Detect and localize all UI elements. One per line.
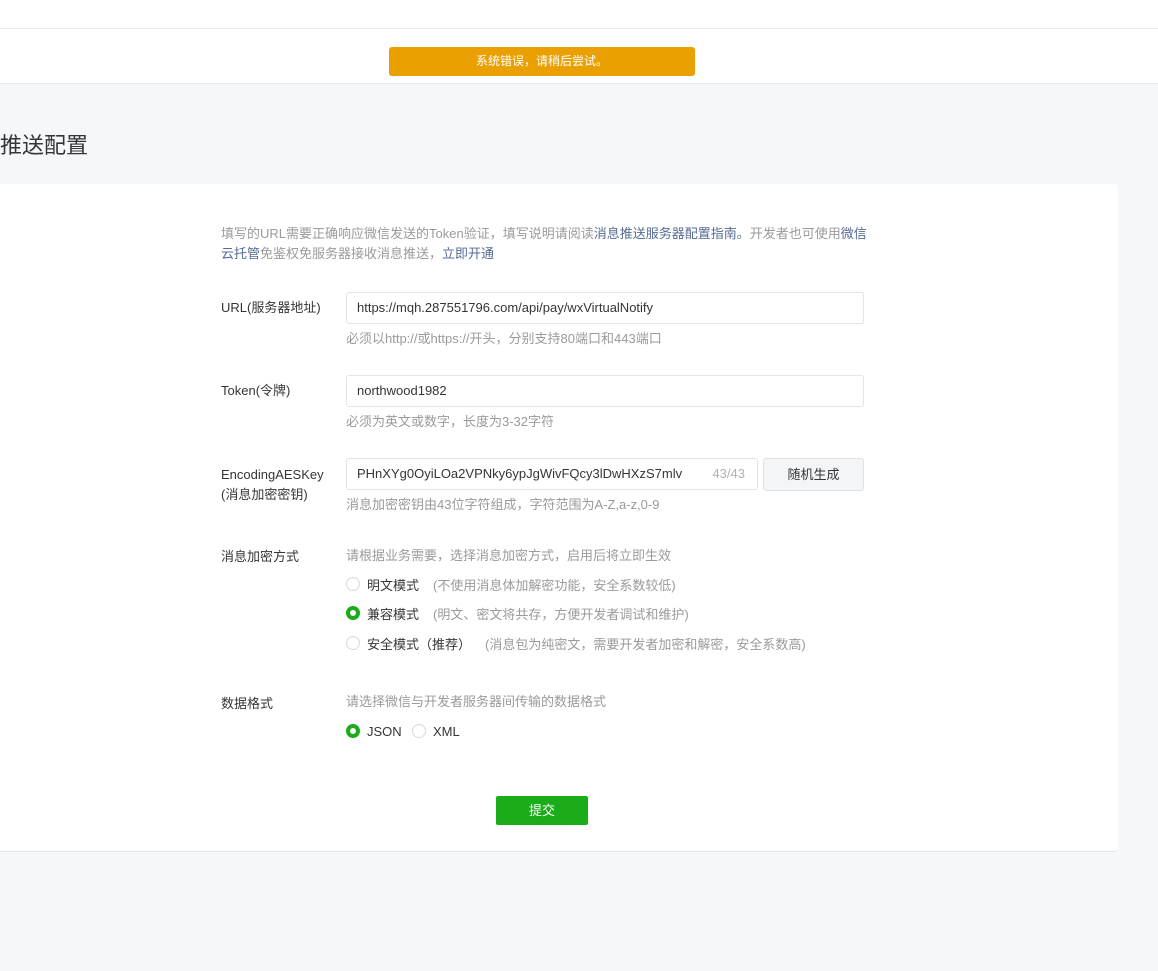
radio-label: XML bbox=[433, 723, 460, 739]
intro-text: 填写的URL需要正确响应微信发送的Token验证，填写说明请阅读消息推送服务器配… bbox=[221, 224, 871, 264]
aes-key-input[interactable]: PHnXYg0OyiLOa2VPNky6ypJgWivFQcy3lDwHXzS7… bbox=[346, 458, 758, 490]
radio-compatible-mode[interactable]: 兼容模式 (明文、密文将共存，方便开发者调试和维护) bbox=[346, 603, 689, 623]
generate-key-button[interactable]: 随机生成 bbox=[763, 458, 864, 491]
url-input[interactable]: https://mqh.287551796.com/api/pay/wxVirt… bbox=[346, 292, 864, 324]
url-hint: 必须以http://或https://开头，分别支持80端口和443端口 bbox=[346, 331, 662, 346]
radio-plaintext-mode[interactable]: 明文模式 (不使用消息体加解密功能，安全系数较低) bbox=[346, 574, 676, 594]
aes-label: EncodingAESKey (消息加密密钥) bbox=[221, 465, 324, 505]
aes-label-line-2: (消息加密密钥) bbox=[221, 487, 308, 502]
intro-text-2: 开发者也可使用 bbox=[749, 226, 841, 241]
token-label: Token(令牌) bbox=[221, 383, 291, 398]
radio-desc: (不使用消息体加解密功能，安全系数较低) bbox=[433, 577, 676, 593]
radio-circle[interactable] bbox=[412, 724, 426, 738]
error-toast: 系统错误，请稍后尝试。 bbox=[389, 47, 695, 76]
aes-key-value: PHnXYg0OyiLOa2VPNky6ypJgWivFQcy3lDwHXzS7… bbox=[357, 466, 683, 481]
url-label: URL(服务器地址) bbox=[221, 300, 321, 315]
radio-label: 明文模式 bbox=[367, 577, 420, 593]
encryption-label: 消息加密方式 bbox=[221, 549, 300, 564]
radio-circle[interactable] bbox=[346, 577, 360, 591]
data-format-hint: 请选择微信与开发者服务器间传输的数据格式 bbox=[346, 694, 607, 709]
intro-text-1: 填写的URL需要正确响应微信发送的Token验证，填写说明请阅读 bbox=[221, 226, 594, 241]
token-hint: 必须为英文或数字，长度为3-32字符 bbox=[346, 414, 555, 429]
encryption-hint: 请根据业务需要，选择消息加密方式，启用后将立即生效 bbox=[346, 548, 672, 563]
aes-key-counter: 43/43 bbox=[712, 466, 745, 481]
config-card bbox=[0, 184, 1118, 852]
radio-circle-checked[interactable] bbox=[346, 724, 360, 738]
submit-button[interactable]: 提交 bbox=[496, 796, 588, 825]
token-input[interactable]: northwood1982 bbox=[346, 375, 864, 407]
radio-label: JSON bbox=[367, 723, 402, 739]
radio-circle[interactable] bbox=[346, 636, 360, 650]
top-divider bbox=[0, 28, 1158, 29]
aes-label-line-1: EncodingAESKey bbox=[221, 467, 324, 482]
aes-hint: 消息加密密钥由43位字符组成，字符范围为A-Z,a-z,0-9 bbox=[346, 497, 660, 512]
radio-desc: (消息包为纯密文，需要开发者加密和解密，安全系数高) bbox=[485, 636, 806, 652]
page-title: 息推送配置 bbox=[0, 133, 89, 158]
guide-link[interactable]: 消息推送服务器配置指南。 bbox=[594, 226, 750, 241]
radio-xml[interactable]: XML bbox=[412, 721, 460, 741]
radio-label: 安全模式（推荐） bbox=[367, 636, 472, 652]
radio-label: 兼容模式 bbox=[367, 606, 420, 622]
radio-desc: (明文、密文将共存，方便开发者调试和维护) bbox=[433, 606, 689, 622]
radio-circle-checked[interactable] bbox=[346, 606, 360, 620]
data-format-label: 数据格式 bbox=[221, 696, 274, 711]
intro-text-3: 免鉴权免服务器接收消息推送， bbox=[260, 246, 443, 261]
radio-secure-mode[interactable]: 安全模式（推荐） (消息包为纯密文，需要开发者加密和解密，安全系数高) bbox=[346, 633, 806, 653]
enable-now-link[interactable]: 立即开通 bbox=[442, 246, 494, 261]
radio-json[interactable]: JSON bbox=[346, 721, 402, 741]
